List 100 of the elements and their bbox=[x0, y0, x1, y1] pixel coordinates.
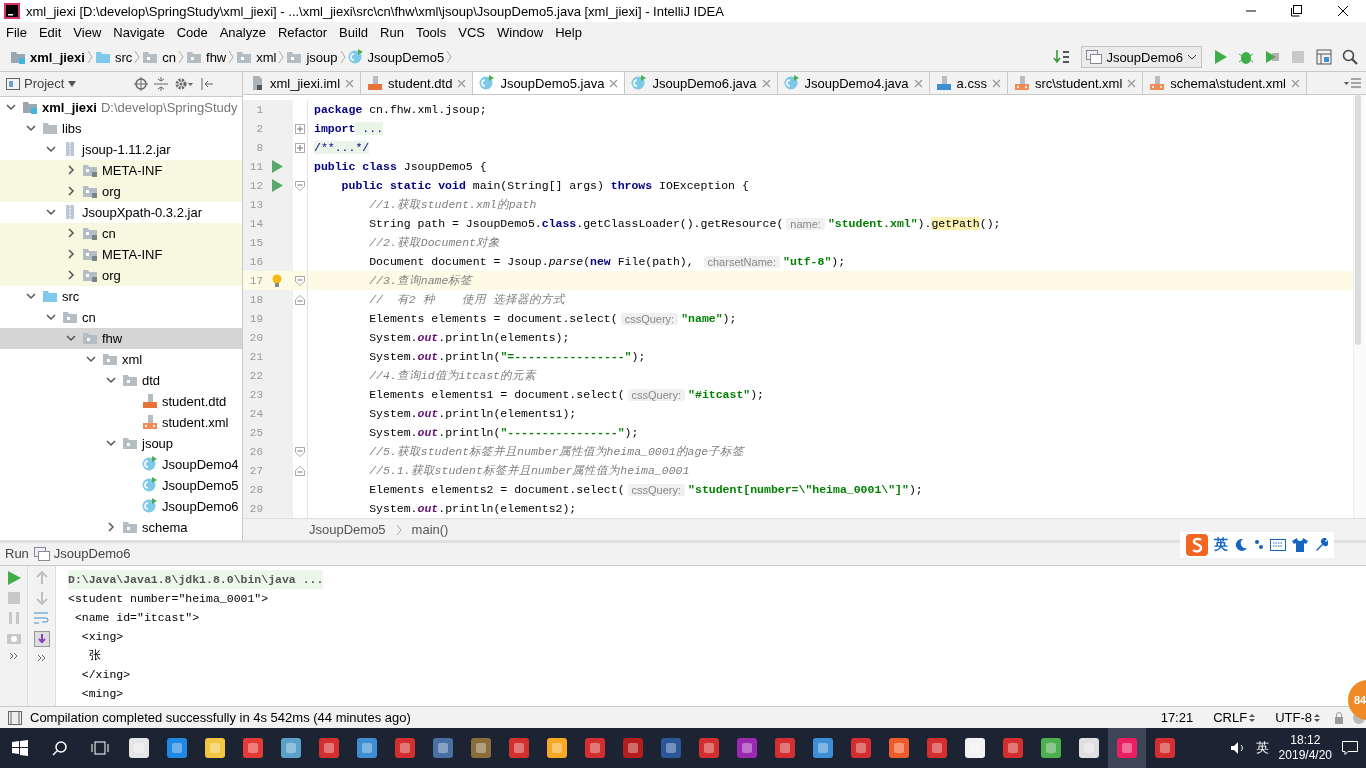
app-icon[interactable] bbox=[1040, 737, 1062, 759]
tab-list-icon[interactable] bbox=[1344, 77, 1362, 89]
app-icon[interactable] bbox=[964, 737, 986, 759]
app-icon[interactable] bbox=[166, 737, 188, 759]
app-icon[interactable] bbox=[546, 737, 568, 759]
collapse-icon[interactable] bbox=[154, 76, 168, 91]
menu-item[interactable]: Tools bbox=[409, 25, 453, 41]
shirt-icon[interactable] bbox=[1292, 538, 1308, 552]
volume-icon[interactable] bbox=[1229, 741, 1246, 755]
coverage-icon[interactable] bbox=[1264, 49, 1280, 66]
tree-item[interactable]: libs bbox=[0, 117, 242, 139]
search-icon[interactable] bbox=[52, 740, 68, 756]
fold-expand-icon[interactable] bbox=[295, 123, 305, 134]
line-number: 1 bbox=[255, 103, 263, 116]
status-dropdown[interactable]: UTF-8 bbox=[1269, 710, 1326, 726]
input-language[interactable]: 英 bbox=[1214, 536, 1228, 554]
punctuation-icon[interactable] bbox=[1254, 538, 1264, 552]
tree-item[interactable]: cn bbox=[0, 222, 242, 244]
fold-expand-icon[interactable] bbox=[295, 142, 305, 153]
sort-icon[interactable] bbox=[1053, 49, 1072, 66]
keyboard-icon[interactable] bbox=[1270, 539, 1286, 551]
wrench-icon[interactable] bbox=[1314, 538, 1328, 552]
scroll-to-end-icon[interactable] bbox=[33, 630, 50, 647]
app-icon[interactable] bbox=[128, 737, 150, 759]
editor-tab[interactable]: JsoupDemo5.java bbox=[473, 71, 626, 95]
app-icon[interactable] bbox=[432, 737, 454, 759]
hide-panel-icon[interactable] bbox=[200, 76, 214, 91]
breadcrumb[interactable]: fhw bbox=[184, 49, 229, 66]
tree-item[interactable]: jsoup bbox=[0, 432, 242, 454]
caret-position[interactable]: 17:21 bbox=[1154, 710, 1200, 726]
windows-start-icon[interactable] bbox=[12, 740, 28, 756]
breadcrumb[interactable]: xml_jiexi bbox=[8, 49, 87, 66]
menu-item[interactable]: File bbox=[0, 25, 33, 41]
tree-item[interactable]: student.dtd bbox=[0, 390, 242, 412]
tree-item[interactable]: JsoupDemo5 bbox=[0, 474, 242, 496]
notification-icon[interactable] bbox=[1342, 741, 1358, 755]
project-structure-icon[interactable] bbox=[1316, 49, 1332, 66]
breadcrumb[interactable]: cn bbox=[140, 49, 178, 66]
menu-item[interactable]: VCS bbox=[452, 25, 491, 41]
menu-item[interactable]: Help bbox=[549, 25, 588, 41]
tree-item[interactable]: schema bbox=[0, 516, 242, 538]
run-tab[interactable]: JsoupDemo6 bbox=[33, 546, 131, 562]
bug-icon[interactable] bbox=[1238, 49, 1254, 66]
tree-item[interactable]: JsoupXpath-0.3.2.jar bbox=[0, 201, 242, 223]
menu-item[interactable]: Edit bbox=[32, 25, 68, 41]
lightbulb-icon[interactable] bbox=[272, 273, 282, 288]
task-view-icon[interactable] bbox=[91, 741, 109, 755]
tree-item[interactable]: fhw bbox=[0, 327, 242, 349]
tree-item[interactable]: dtd bbox=[0, 369, 242, 391]
tree-item[interactable]: xml_jiexi D:\develop\SpringStudy bbox=[0, 96, 242, 118]
menu-item[interactable]: Code bbox=[170, 25, 214, 41]
breadcrumb[interactable]: xml bbox=[234, 49, 279, 66]
run-config-dropdown[interactable]: JsoupDemo6 bbox=[1081, 46, 1202, 69]
app-icon[interactable] bbox=[356, 737, 378, 759]
tree-item[interactable]: org bbox=[0, 180, 242, 202]
more-icon[interactable] bbox=[36, 652, 47, 663]
app-icon[interactable] bbox=[888, 737, 910, 759]
menu-item[interactable]: Refactor bbox=[271, 25, 334, 41]
app-icon[interactable] bbox=[204, 737, 226, 759]
tree-item[interactable]: xml bbox=[0, 348, 242, 370]
run-icon[interactable] bbox=[271, 179, 283, 193]
tree-item[interactable]: student.xml bbox=[0, 411, 242, 433]
menu-item[interactable]: Run bbox=[374, 25, 410, 41]
breadcrumb[interactable]: JsoupDemo5 bbox=[309, 522, 386, 537]
app-icon[interactable] bbox=[242, 737, 264, 759]
run-icon[interactable] bbox=[1212, 49, 1228, 66]
maximize-icon[interactable] bbox=[1291, 5, 1303, 17]
close-icon[interactable] bbox=[1337, 5, 1349, 17]
tree-item[interactable]: META-INF bbox=[0, 159, 242, 181]
search-icon[interactable] bbox=[1342, 49, 1358, 66]
menu-item[interactable]: View bbox=[67, 25, 108, 41]
menu-item[interactable]: Build bbox=[333, 25, 374, 41]
app-icon[interactable] bbox=[812, 737, 834, 759]
menu-item[interactable]: Navigate bbox=[107, 25, 171, 41]
breadcrumb[interactable]: jsoup bbox=[284, 49, 340, 66]
input-method-indicator[interactable]: 英 bbox=[1255, 739, 1269, 757]
menu-item[interactable]: Window bbox=[490, 25, 550, 41]
app-icon[interactable] bbox=[1078, 737, 1100, 759]
input-method-logo-icon[interactable] bbox=[1186, 534, 1208, 556]
menu-item[interactable]: Analyze bbox=[213, 25, 272, 41]
app-icon[interactable] bbox=[280, 737, 302, 759]
status-dropdown[interactable]: CRLF bbox=[1207, 710, 1262, 726]
run-icon[interactable] bbox=[271, 160, 283, 174]
tree-item[interactable]: src bbox=[0, 285, 242, 307]
tree-label: META-INF bbox=[102, 162, 163, 178]
tree-item[interactable]: JsoupDemo4 bbox=[0, 453, 242, 475]
tree-item[interactable]: cn bbox=[0, 306, 242, 328]
tree-item[interactable]: org bbox=[0, 264, 242, 286]
breadcrumb[interactable]: src bbox=[92, 49, 135, 66]
breadcrumb[interactable]: JsoupDemo5 bbox=[345, 49, 447, 66]
moon-icon[interactable] bbox=[1234, 538, 1248, 552]
more-icon[interactable] bbox=[8, 650, 19, 661]
settings-icon[interactable] bbox=[174, 76, 194, 91]
tree-item[interactable]: META-INF bbox=[0, 243, 242, 265]
target-icon[interactable] bbox=[134, 76, 148, 91]
breadcrumb[interactable]: main() bbox=[411, 522, 449, 537]
app-icon[interactable] bbox=[470, 737, 492, 759]
tree-item[interactable]: JsoupDemo6 bbox=[0, 495, 242, 517]
rerun-icon[interactable] bbox=[6, 570, 21, 585]
tree-item[interactable]: jsoup-1.11.2.jar bbox=[0, 138, 242, 160]
